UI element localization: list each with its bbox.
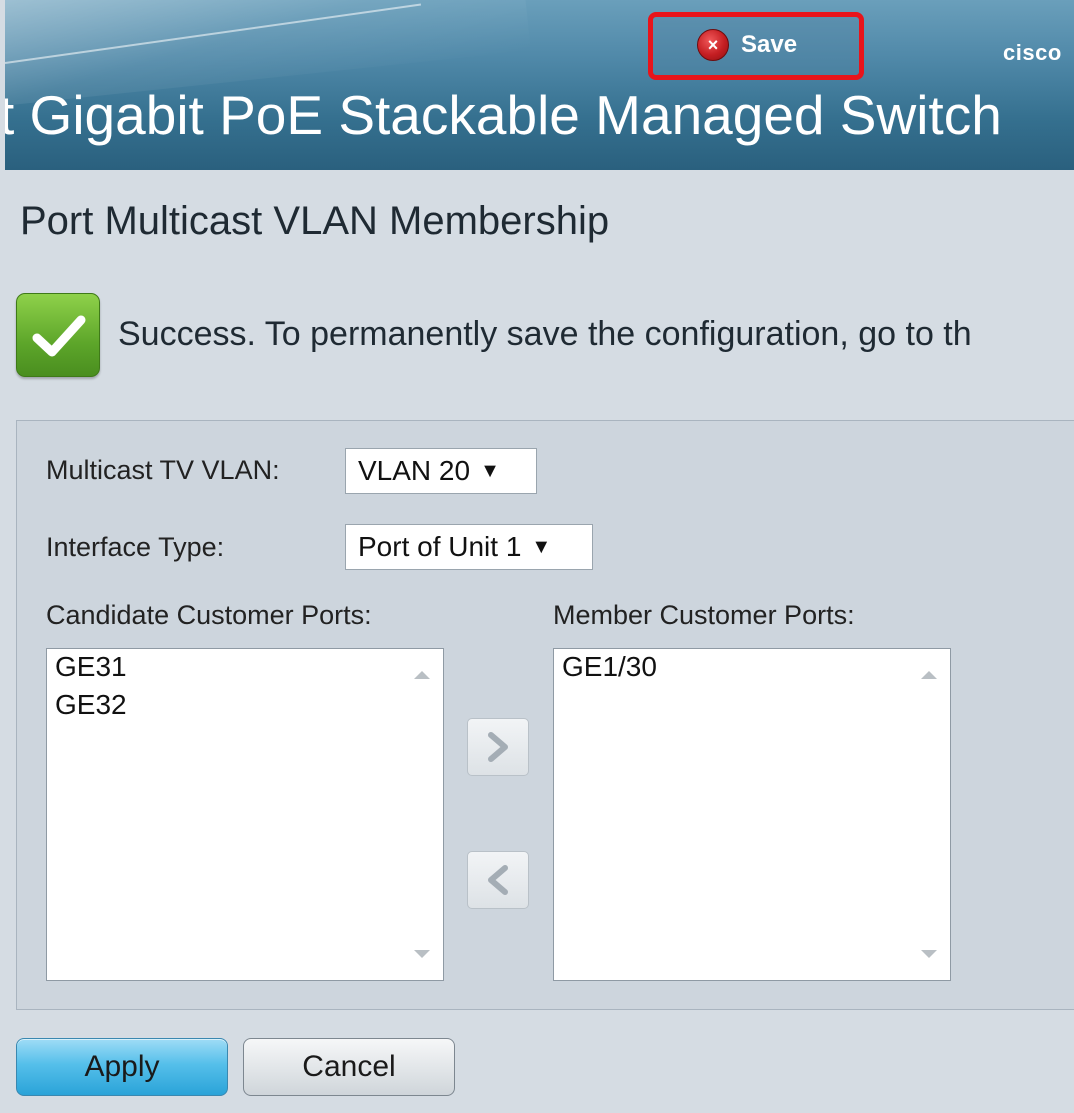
list-item[interactable]: GE1/30 <box>554 649 950 687</box>
multicast-vlan-value: VLAN 20 <box>358 455 471 486</box>
list-item[interactable]: GE32 <box>47 687 443 725</box>
scroll-down-icon[interactable] <box>921 950 937 958</box>
close-circle-icon: × <box>697 29 729 61</box>
member-ports-list[interactable]: GE1/30 <box>553 648 951 981</box>
remove-from-member-button[interactable] <box>467 851 529 909</box>
candidate-ports-label: Candidate Customer Ports: <box>46 600 372 630</box>
product-title: t Gigabit PoE Stackable Managed Switch <box>5 84 1002 146</box>
scroll-up-icon[interactable] <box>921 671 937 679</box>
scroll-up-icon[interactable] <box>414 671 430 679</box>
page-title: Port Multicast VLAN Membership <box>20 199 610 243</box>
dropdown-arrow-icon: ▼ <box>531 535 552 558</box>
save-button[interactable]: × Save <box>697 28 797 62</box>
save-label: Save <box>741 31 798 58</box>
scrollbar[interactable] <box>403 649 443 980</box>
dropdown-arrow-icon: ▼ <box>480 459 500 482</box>
list-item[interactable]: GE31 <box>47 649 443 687</box>
add-to-member-button[interactable] <box>467 718 529 776</box>
candidate-ports-list[interactable]: GE31 GE32 <box>46 648 444 981</box>
cisco-logo: cisco <box>1003 40 1062 65</box>
header-banner: × Save cisco t Gigabit PoE Stackable Man… <box>5 0 1074 170</box>
scroll-down-icon[interactable] <box>414 950 430 958</box>
multicast-vlan-label: Multicast TV VLAN: <box>46 455 280 485</box>
success-message: Success. To permanently save the configu… <box>118 315 972 353</box>
apply-button[interactable]: Apply <box>16 1038 228 1096</box>
interface-type-value: Port of Unit 1 <box>358 531 522 562</box>
multicast-vlan-select[interactable]: VLAN 20 ▼ <box>345 448 537 494</box>
cancel-button[interactable]: Cancel <box>243 1038 455 1096</box>
scrollbar[interactable] <box>910 649 950 980</box>
interface-type-select[interactable]: Port of Unit 1 ▼ <box>345 524 593 570</box>
interface-type-label: Interface Type: <box>46 532 225 562</box>
member-ports-label: Member Customer Ports: <box>553 600 855 630</box>
checkmark-icon <box>16 293 100 377</box>
chevron-right-icon <box>488 732 508 762</box>
chevron-left-icon <box>488 865 508 895</box>
